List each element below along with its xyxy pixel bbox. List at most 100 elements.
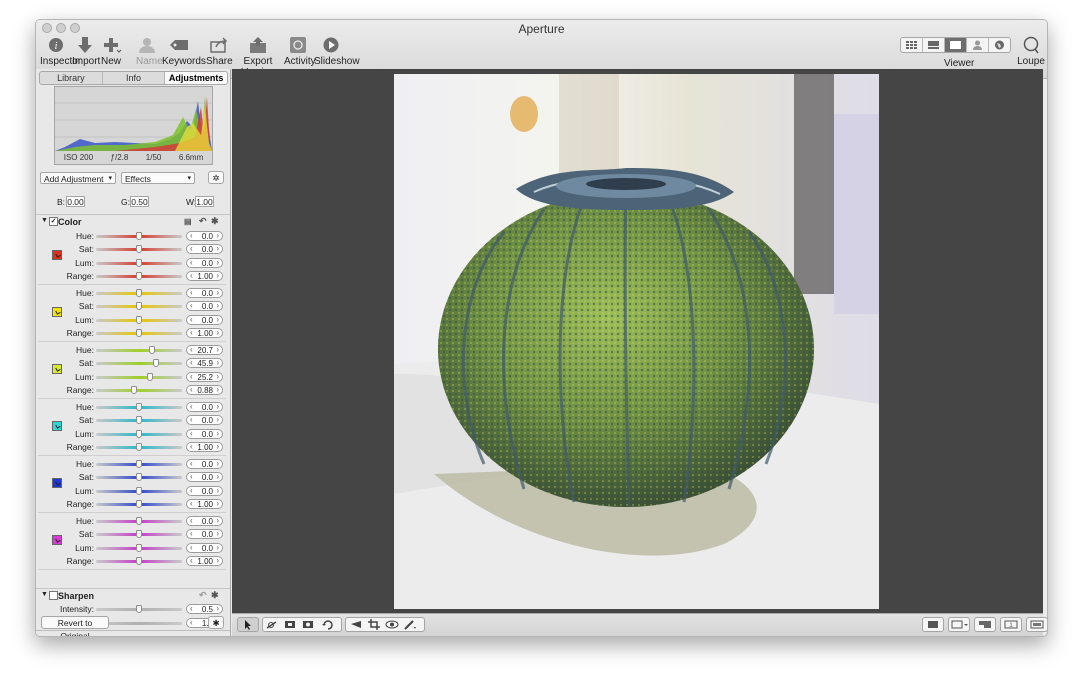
value-stepper[interactable]: 0.88 — [186, 385, 223, 396]
value-stepper[interactable]: 0.0 — [186, 428, 223, 439]
value-stepper[interactable]: 0.0 — [186, 542, 223, 553]
brush-icon[interactable] — [403, 619, 417, 630]
slider-knob[interactable] — [136, 500, 142, 509]
crop-icon[interactable] — [367, 619, 381, 630]
value-stepper[interactable]: 0.0 — [186, 415, 223, 426]
loupe-button[interactable]: Loupe — [1016, 36, 1046, 67]
value-stepper[interactable]: 45.9 — [186, 358, 223, 369]
split-view-button[interactable] — [974, 617, 996, 632]
slider-knob[interactable] — [136, 232, 142, 240]
slider-knob[interactable] — [136, 486, 142, 495]
slider-track[interactable] — [96, 375, 182, 379]
slider-knob[interactable] — [136, 473, 142, 482]
viewer-view-icon[interactable] — [945, 38, 967, 52]
grid-view-icon[interactable] — [901, 38, 923, 52]
slider-knob[interactable] — [136, 272, 142, 281]
slider-knob[interactable] — [136, 329, 142, 338]
value-stepper[interactable]: 0.0 — [186, 301, 223, 312]
effects-dropdown[interactable]: Effects ▾ — [121, 172, 195, 184]
slider-knob[interactable] — [136, 429, 142, 438]
red-eye-icon[interactable] — [385, 619, 399, 630]
crop-stamp-icon[interactable] — [283, 619, 297, 630]
color-enable-checkbox[interactable]: ✓ — [49, 217, 58, 226]
slider-knob[interactable] — [136, 416, 142, 425]
slider-knob[interactable] — [136, 289, 142, 297]
value-stepper[interactable]: 0.0 — [186, 485, 223, 496]
image-viewer[interactable] — [232, 69, 1043, 613]
value-stepper[interactable]: 1.00 — [186, 499, 223, 510]
slider-track[interactable] — [96, 389, 182, 393]
faces-view-icon[interactable] — [967, 38, 989, 52]
name-button[interactable]: Name — [136, 36, 163, 67]
value-stepper[interactable]: 1.00 — [186, 442, 223, 453]
flip-icon[interactable] — [349, 619, 363, 630]
gray-value-field[interactable]: 0.50 — [130, 196, 149, 207]
slider-knob[interactable] — [136, 302, 142, 311]
slider-knob[interactable] — [136, 443, 142, 452]
value-stepper[interactable]: 0.0 — [186, 472, 223, 483]
value-stepper[interactable]: 0.0 — [186, 516, 223, 526]
slider-knob[interactable] — [136, 557, 142, 566]
add-adjustment-dropdown[interactable]: Add Adjustment ▾ — [40, 172, 116, 184]
slider-knob[interactable] — [136, 258, 142, 267]
sharpen-enable-checkbox[interactable] — [49, 591, 58, 600]
compare-menu-button[interactable] — [948, 617, 970, 632]
slider-knob[interactable] — [136, 530, 142, 539]
tab-info[interactable]: Info — [103, 72, 166, 84]
slider-knob[interactable] — [136, 245, 142, 254]
activity-button[interactable]: Activity — [284, 36, 316, 67]
slider-knob[interactable] — [136, 517, 142, 525]
keywords-button[interactable]: Keywords — [162, 36, 206, 67]
value-stepper[interactable]: 1.00 — [186, 556, 223, 567]
value-stepper[interactable]: 20.7 — [186, 345, 223, 355]
revert-to-original-button[interactable]: Revert to Original — [41, 616, 109, 636]
value-stepper[interactable]: 0.0 — [186, 257, 223, 268]
value-stepper[interactable]: 0.0 — [186, 231, 223, 241]
value-stepper[interactable]: 1.00 — [186, 328, 223, 339]
filmstrip-view-icon[interactable] — [923, 38, 945, 52]
tab-library[interactable]: Library — [40, 72, 103, 84]
value-stepper[interactable]: 0.0 — [186, 529, 223, 540]
inspector-button[interactable]: i Inspector — [40, 36, 81, 67]
gear-menu-button[interactable]: ✱ — [208, 616, 224, 629]
slider-track[interactable] — [96, 349, 182, 352]
viewer-mode-segmented-control[interactable] — [900, 37, 1011, 53]
rotate-icon[interactable] — [321, 619, 335, 630]
slider-knob[interactable] — [136, 315, 142, 324]
slider-knob[interactable] — [136, 460, 142, 468]
slider-knob[interactable] — [153, 359, 160, 368]
slider-knob[interactable] — [130, 386, 137, 395]
value-stepper[interactable]: 0.0 — [186, 459, 223, 469]
value-stepper[interactable]: 0.0 — [186, 244, 223, 255]
slider-knob[interactable] — [147, 372, 154, 381]
value-stepper[interactable]: 0.0 — [186, 288, 223, 298]
selection-tool-button[interactable] — [237, 617, 259, 632]
import-button[interactable]: Import — [72, 36, 100, 67]
value-stepper[interactable]: 25.2 — [186, 371, 223, 382]
slideshow-button[interactable]: Slideshow — [314, 36, 360, 67]
value-stepper[interactable]: 1.00 — [186, 271, 223, 282]
places-view-icon[interactable] — [989, 38, 1010, 52]
white-value-field[interactable]: 1.00 — [195, 196, 214, 207]
value-stepper[interactable]: 0.0 — [186, 402, 223, 412]
gear-icon[interactable]: ✱ — [211, 216, 219, 227]
black-value-field[interactable]: 0.00 — [66, 196, 85, 207]
preset-icon[interactable]: ▤ — [184, 217, 192, 226]
filmstrip-toggle-button[interactable] — [1026, 617, 1047, 632]
one-up-view-button[interactable]: 1 — [1000, 617, 1022, 632]
new-button[interactable]: New — [100, 36, 122, 67]
slider-track[interactable] — [96, 362, 182, 366]
photo[interactable] — [394, 74, 879, 609]
slider-knob[interactable] — [136, 605, 142, 613]
quick-fix-button[interactable]: ✲ — [208, 171, 224, 184]
disclosure-triangle-icon[interactable]: ▼ — [41, 217, 48, 224]
lift-stamp-icon[interactable] — [301, 619, 315, 630]
straighten-icon[interactable] — [265, 619, 279, 630]
metadata-overlay-button[interactable] — [922, 617, 944, 632]
tab-adjustments[interactable]: Adjustments — [165, 72, 227, 84]
share-button[interactable]: Share — [206, 36, 233, 67]
gear-icon[interactable]: ✱ — [211, 590, 219, 601]
value-stepper[interactable]: 0.5 — [186, 604, 223, 614]
value-stepper[interactable]: 0.0 — [186, 314, 223, 325]
slider-knob[interactable] — [136, 543, 142, 552]
